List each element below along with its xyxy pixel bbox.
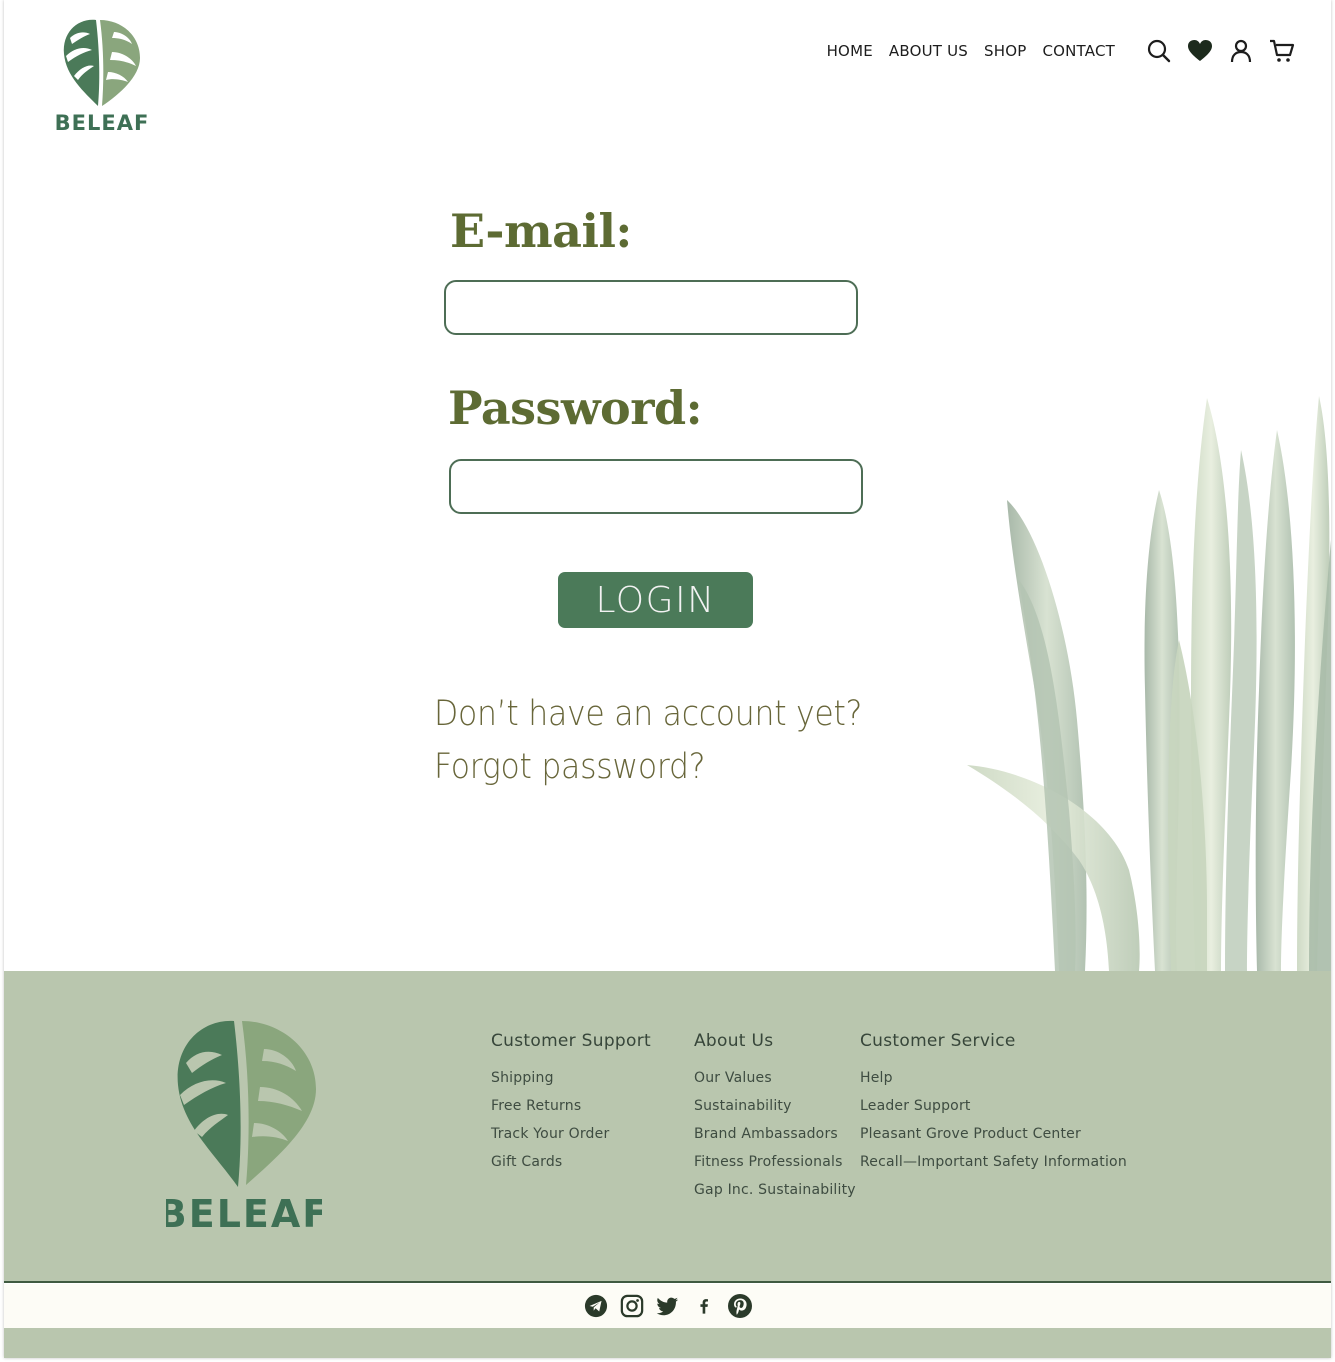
footer-link-fitness-professionals[interactable]: Fitness Professionals <box>694 1154 843 1170</box>
footer-link-product-center[interactable]: Pleasant Grove Product Center <box>860 1126 1081 1142</box>
footer-column-title: Customer Support <box>491 1031 651 1051</box>
search-icon[interactable] <box>1146 38 1172 64</box>
heart-icon[interactable] <box>1187 38 1213 64</box>
footer-link-free-returns[interactable]: Free Returns <box>491 1098 581 1114</box>
nav-about-link[interactable]: ABOUT US <box>889 42 968 60</box>
main-nav: HOME ABOUT US SHOP CONTACT <box>827 36 1295 66</box>
footer: BELEAF Customer Support Shipping Free Re… <box>4 971 1331 1283</box>
pinterest-icon[interactable] <box>727 1293 753 1319</box>
cart-icon[interactable] <box>1269 38 1295 64</box>
footer-link-gap-sustainability[interactable]: Gap Inc. Sustainability <box>694 1182 856 1198</box>
svg-text:BELEAF: BELEAF <box>166 1192 322 1236</box>
page: BELEAF HOME ABOUT US SHOP CONTACT E-mail… <box>4 0 1331 1358</box>
footer-link-brand-ambassadors[interactable]: Brand Ambassadors <box>694 1126 838 1142</box>
password-field[interactable] <box>449 459 863 514</box>
nav-shop-link[interactable]: SHOP <box>984 42 1026 60</box>
footer-link-gift-cards[interactable]: Gift Cards <box>491 1154 562 1170</box>
twitter-icon[interactable] <box>655 1293 681 1319</box>
footer-column-title: About Us <box>694 1031 774 1051</box>
footer-link-recall-info[interactable]: Recall—Important Safety Information <box>860 1154 1127 1170</box>
signup-link[interactable]: Don’t have an account yet? <box>434 694 862 734</box>
footer-beleaf-logo[interactable]: BELEAF <box>166 1019 322 1239</box>
password-label: Password: <box>448 381 703 435</box>
beleaf-logo[interactable]: BELEAF <box>56 14 148 136</box>
footer-column-title: Customer Service <box>860 1031 1016 1051</box>
social-bar <box>4 1284 1331 1328</box>
login-button[interactable]: LOGIN <box>558 572 753 628</box>
footer-link-leader-support[interactable]: Leader Support <box>860 1098 971 1114</box>
nav-home-link[interactable]: HOME <box>827 42 873 60</box>
nav-contact-link[interactable]: CONTACT <box>1042 42 1115 60</box>
facebook-icon[interactable] <box>691 1293 717 1319</box>
user-icon[interactable] <box>1228 38 1254 64</box>
footer-link-our-values[interactable]: Our Values <box>694 1070 772 1086</box>
footer-link-help[interactable]: Help <box>860 1070 893 1086</box>
svg-text:BELEAF: BELEAF <box>56 111 148 135</box>
snake-plant-illustration <box>967 396 1331 971</box>
footer-link-shipping[interactable]: Shipping <box>491 1070 554 1086</box>
footer-link-track-order[interactable]: Track Your Order <box>491 1126 609 1142</box>
email-label: E-mail: <box>450 204 632 258</box>
bottom-strip <box>4 1328 1331 1358</box>
footer-column-customer-service: Customer Service Help Leader Support Ple… <box>860 1031 1127 1182</box>
footer-link-sustainability[interactable]: Sustainability <box>694 1098 792 1114</box>
telegram-icon[interactable] <box>583 1293 609 1319</box>
footer-column-about-us: About Us Our Values Sustainability Brand… <box>694 1031 856 1210</box>
email-field[interactable] <box>444 280 858 335</box>
forgot-password-link[interactable]: Forgot password? <box>434 747 705 787</box>
footer-column-customer-support: Customer Support Shipping Free Returns T… <box>491 1031 651 1182</box>
instagram-icon[interactable] <box>619 1293 645 1319</box>
